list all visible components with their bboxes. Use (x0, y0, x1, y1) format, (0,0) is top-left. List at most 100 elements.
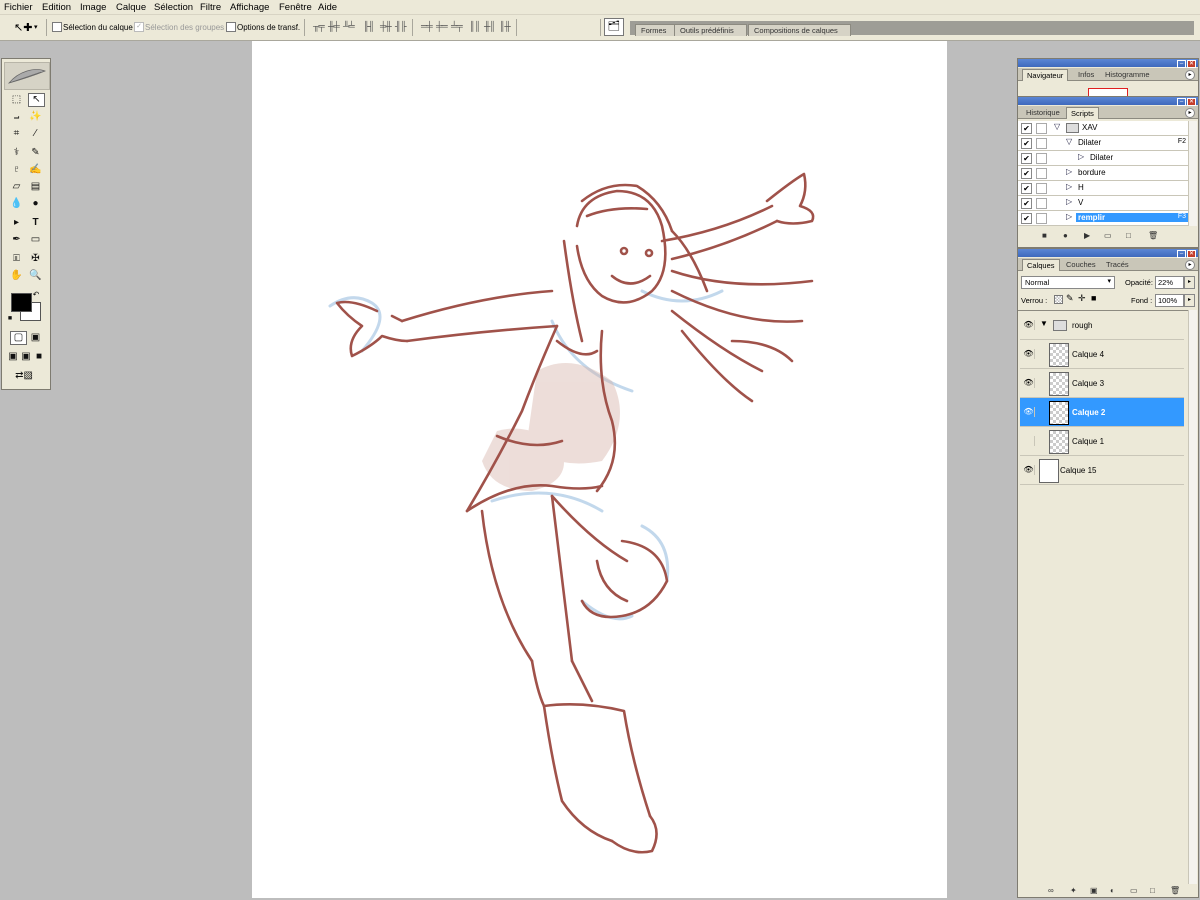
fill-slider-icon[interactable]: ▸ (1184, 294, 1195, 307)
tab-navigateur[interactable]: Navigateur (1022, 69, 1069, 81)
move-tool-icon[interactable]: ↖ (28, 93, 45, 107)
toggle-item-checkbox[interactable]: ✔ (1021, 123, 1032, 134)
tab-historique[interactable]: Historique (1022, 107, 1064, 118)
dialog-toggle-checkbox[interactable] (1036, 123, 1047, 134)
imageready-jump-icon[interactable]: ⇄▧ (10, 369, 38, 383)
type-tool-icon[interactable]: T (28, 216, 43, 230)
eraser-tool-icon[interactable]: ▱ (9, 180, 24, 194)
feather-logo-icon[interactable] (4, 62, 50, 90)
layer-row[interactable]: 👁 Calque 3 (1020, 369, 1184, 398)
menu-image[interactable]: Image (80, 2, 106, 13)
layer-row[interactable]: Calque 1 (1020, 427, 1184, 456)
opacity-slider-icon[interactable]: ▸ (1184, 276, 1195, 289)
clone-stamp-icon[interactable]: ♇ (9, 163, 24, 177)
delete-icon[interactable]: 🗑 (1148, 231, 1158, 240)
eye-icon[interactable]: 👁 (1023, 349, 1035, 359)
brush-tool-icon[interactable]: ✎ (28, 146, 43, 160)
magic-wand-icon[interactable]: ✨ (28, 110, 43, 124)
action-row[interactable]: ✔ ▽ XAV (1018, 121, 1188, 136)
expand-triangle-icon[interactable]: ▷ (1066, 197, 1072, 206)
swap-colors-icon[interactable]: ↶ (31, 288, 41, 299)
action-row[interactable]: ✔ ▷ V (1018, 196, 1188, 211)
well-tab-formes[interactable]: Formes (635, 24, 680, 36)
action-row[interactable]: ✔ ▷ Dilater (1018, 151, 1188, 166)
slice-tool-icon[interactable]: ∕ (28, 127, 43, 141)
distribute-vcenter-icon[interactable]: ╪═ (436, 21, 448, 32)
history-brush-icon[interactable]: ✍ (28, 163, 43, 177)
distribute-right-icon[interactable]: ║╫ (499, 21, 511, 32)
menu-fenetre[interactable]: Fenêtre (279, 2, 312, 13)
screen-mode-standard-icon[interactable]: ▣ (7, 350, 19, 364)
lock-position-icon[interactable]: ✛ (1078, 293, 1086, 304)
link-layers-icon[interactable]: ∞ (1048, 886, 1054, 895)
shape-tool-icon[interactable]: ▭ (28, 233, 43, 247)
crop-tool-icon[interactable]: ⌗ (9, 127, 24, 141)
file-browser-icon[interactable]: 🗂 (604, 18, 624, 36)
eye-icon[interactable]: 👁 (1023, 465, 1035, 475)
move-tool-icon[interactable]: ↖✚ (14, 21, 32, 34)
tab-scripts[interactable]: Scripts (1066, 107, 1099, 119)
collapse-triangle-icon[interactable]: ▼ (1040, 319, 1048, 328)
eye-icon[interactable] (1023, 436, 1035, 446)
menu-filtre[interactable]: Filtre (200, 2, 221, 13)
align-bottom-icon[interactable]: ╨╧ (343, 21, 355, 32)
transform-controls-checkbox[interactable] (226, 22, 236, 32)
notes-tool-icon[interactable]: 🗉 (9, 252, 24, 266)
adjustment-layer-icon[interactable]: ◐ (1110, 886, 1115, 895)
dialog-toggle-checkbox[interactable] (1036, 183, 1047, 194)
minimize-icon[interactable]: – (1177, 60, 1186, 68)
new-layer-icon[interactable]: □ (1150, 886, 1155, 895)
default-colors-icon[interactable]: ■ (6, 312, 14, 322)
toggle-item-checkbox[interactable]: ✔ (1021, 183, 1032, 194)
panel-menu-icon[interactable]: ▸ (1185, 70, 1195, 80)
tab-calques[interactable]: Calques (1022, 259, 1060, 271)
minimize-icon[interactable]: – (1177, 98, 1186, 106)
well-tab-compositions[interactable]: Compositions de calques (748, 24, 851, 36)
close-icon[interactable]: ✕ (1187, 60, 1196, 68)
lock-all-icon[interactable]: ■ (1091, 293, 1096, 303)
distribute-top-icon[interactable]: ═╪ (421, 21, 433, 32)
panel-menu-icon[interactable]: ▸ (1185, 260, 1195, 270)
tab-traces[interactable]: Tracés (1102, 259, 1133, 270)
opacity-input[interactable]: 22% (1155, 276, 1184, 289)
play-icon[interactable]: ▶ (1084, 231, 1090, 240)
toggle-item-checkbox[interactable]: ✔ (1021, 168, 1032, 179)
expand-triangle-icon[interactable]: ▷ (1078, 152, 1084, 161)
hand-tool-icon[interactable]: ✋ (9, 269, 24, 283)
tool-preset-dropdown[interactable]: ▾ (34, 23, 38, 31)
dodge-tool-icon[interactable]: ● (28, 197, 43, 211)
collapse-triangle-icon[interactable]: ▽ (1054, 122, 1060, 131)
tab-histogramme[interactable]: Histogramme (1101, 69, 1154, 80)
collapse-triangle-icon[interactable]: ▽ (1066, 137, 1072, 146)
eye-icon[interactable]: 👁 (1023, 407, 1035, 417)
path-selection-icon[interactable]: ▸ (9, 216, 24, 230)
action-row[interactable]: ✔ ▽ Dilater F2 (1018, 136, 1188, 151)
zoom-tool-icon[interactable]: 🔍 (28, 269, 43, 283)
healing-brush-icon[interactable]: ⚕ (9, 146, 24, 160)
eye-icon[interactable]: 👁 (1023, 378, 1035, 388)
toggle-item-checkbox[interactable]: ✔ (1021, 153, 1032, 164)
expand-triangle-icon[interactable]: ▷ (1066, 212, 1072, 221)
action-row[interactable]: ✔ ▷ remplir F3 (1018, 211, 1188, 226)
layer-row[interactable]: 👁 Calque 15 (1020, 456, 1184, 485)
new-set-icon[interactable]: ▭ (1104, 231, 1112, 240)
screen-mode-full-icon[interactable]: ■ (33, 350, 45, 364)
tab-couches[interactable]: Couches (1062, 259, 1100, 270)
action-row[interactable]: ✔ ▷ H (1018, 181, 1188, 196)
menu-aide[interactable]: Aide (318, 2, 337, 13)
eyedropper-icon[interactable]: ✠ (28, 252, 43, 266)
menu-edition[interactable]: Edition (42, 2, 71, 13)
foreground-color-swatch[interactable] (11, 293, 32, 312)
stop-icon[interactable]: ■ (1042, 231, 1047, 240)
auto-select-layer-checkbox[interactable] (52, 22, 62, 32)
dialog-toggle-checkbox[interactable] (1036, 138, 1047, 149)
toggle-item-checkbox[interactable]: ✔ (1021, 213, 1032, 224)
delete-layer-icon[interactable]: 🗑 (1170, 886, 1180, 895)
screen-mode-menu-icon[interactable]: ▣ (20, 350, 32, 364)
marquee-tool-icon[interactable]: ⬚ (9, 93, 24, 107)
close-icon[interactable]: ✕ (1187, 250, 1196, 258)
lasso-tool-icon[interactable]: ⨼ (9, 110, 24, 124)
new-action-icon[interactable]: □ (1126, 231, 1131, 240)
close-icon[interactable]: ✕ (1187, 98, 1196, 106)
record-icon[interactable]: ● (1063, 231, 1068, 240)
